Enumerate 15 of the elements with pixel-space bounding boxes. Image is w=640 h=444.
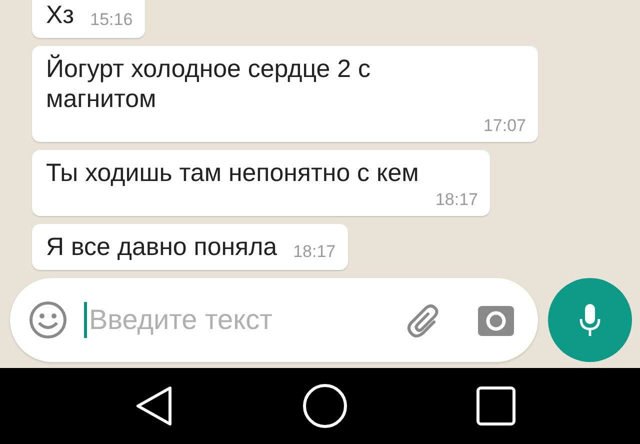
message-time: 18:17 <box>435 190 478 210</box>
message-text: Ты ходишь там непонятно с кем <box>46 158 420 188</box>
message-text: Йогурт холодное сердце 2 с магнитом <box>46 54 372 114</box>
message-input-field[interactable]: Введите текст <box>87 304 404 336</box>
camera-icon[interactable] <box>478 304 514 336</box>
message-time: 15:16 <box>90 10 133 30</box>
message-time: 18:17 <box>293 242 336 262</box>
message-time: 17:07 <box>483 116 526 136</box>
message-text: Я все давно поняла <box>46 232 278 262</box>
back-icon[interactable] <box>134 384 174 428</box>
recents-icon[interactable] <box>476 386 516 426</box>
home-icon[interactable] <box>302 383 348 429</box>
message-text: Хз <box>46 0 74 30</box>
emoji-icon[interactable] <box>28 300 68 340</box>
microphone-icon <box>578 302 602 338</box>
